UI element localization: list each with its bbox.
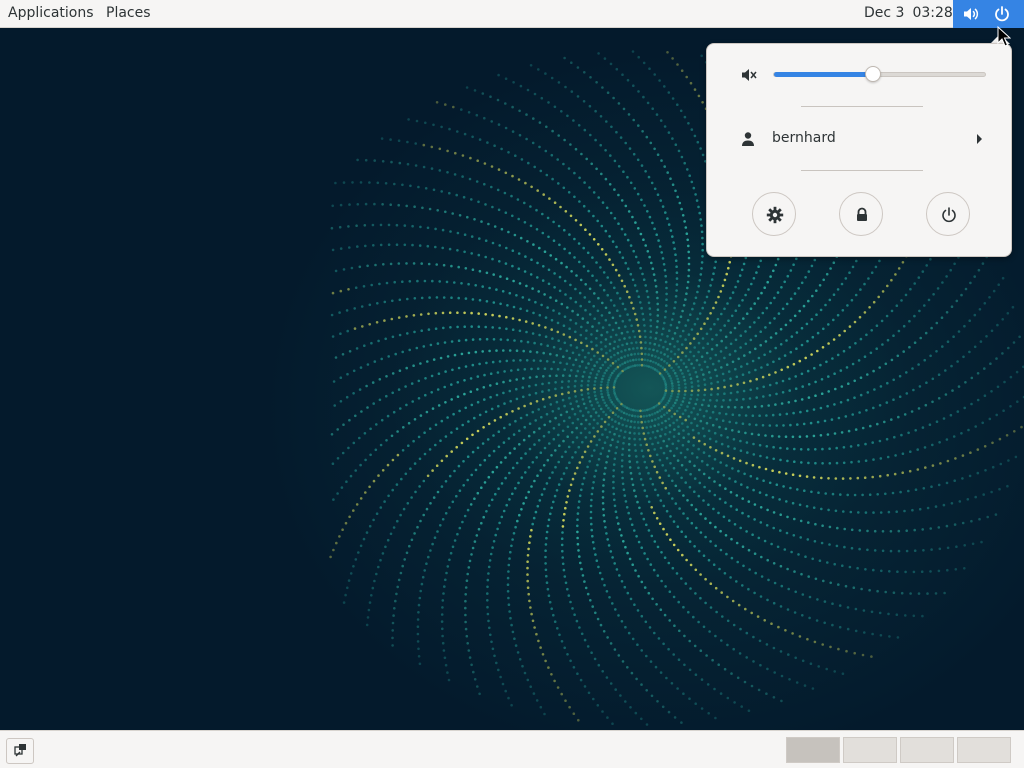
lock-button[interactable] — [839, 192, 883, 236]
places-menu[interactable]: Places — [98, 0, 159, 27]
lock-icon — [857, 207, 867, 221]
volume-slider-fill — [774, 72, 874, 77]
separator — [801, 106, 923, 107]
system-menu-popup: bernhard — [706, 43, 1012, 257]
volume-icon[interactable] — [962, 5, 980, 23]
power-icon[interactable] — [993, 5, 1011, 23]
show-desktop-icon — [14, 744, 26, 757]
audio-volume-muted-icon[interactable] — [739, 66, 757, 84]
clock-time: 03:28 — [912, 5, 953, 21]
show-desktop-button[interactable] — [6, 738, 34, 764]
mouse-pointer-icon — [997, 26, 1011, 47]
workspace-2[interactable] — [843, 737, 897, 763]
workspace-3[interactable] — [900, 737, 954, 763]
volume-slider-knob[interactable] — [865, 66, 881, 82]
power-icon — [942, 207, 956, 223]
clock-date: Dec 3 — [864, 5, 905, 21]
gear-icon — [766, 206, 784, 224]
system-tray[interactable] — [953, 0, 1024, 28]
user-icon — [742, 132, 754, 146]
clock[interactable]: Dec 3 03:28 — [856, 0, 961, 27]
top-bar: Applications Places Dec 3 03:28 — [0, 0, 1024, 28]
chevron-right-icon — [977, 134, 982, 144]
applications-menu[interactable]: Applications — [0, 0, 102, 27]
bottom-panel — [0, 730, 1024, 768]
settings-button[interactable] — [752, 192, 796, 236]
power-off-button[interactable] — [926, 192, 970, 236]
user-name: bernhard — [772, 130, 836, 146]
user-menu-item[interactable]: bernhard — [707, 122, 1011, 156]
separator — [801, 170, 923, 171]
workspace-4[interactable] — [957, 737, 1011, 763]
workspace-1[interactable] — [786, 737, 840, 763]
